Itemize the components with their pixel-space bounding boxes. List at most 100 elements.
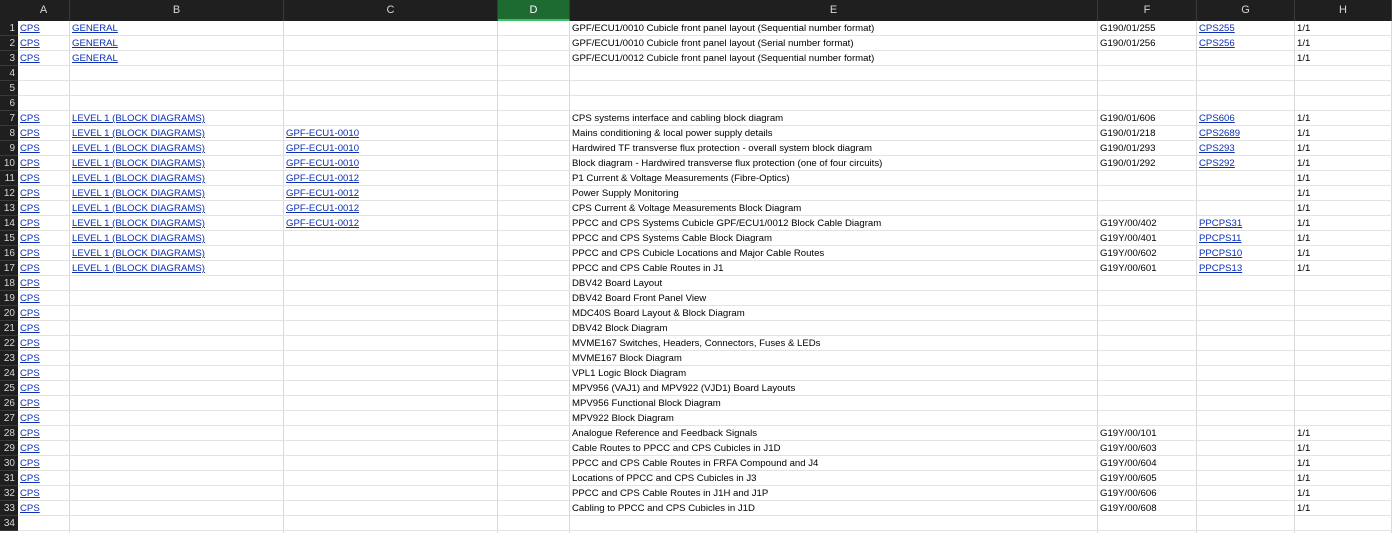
cell-b12[interactable]: LEVEL 1 (BLOCK DIAGRAMS) [70,186,284,201]
hyperlink[interactable]: CPS [20,413,40,424]
row-header[interactable]: 1 [0,21,18,36]
column-header-a[interactable]: A [18,0,70,21]
cell-b8[interactable]: LEVEL 1 (BLOCK DIAGRAMS) [70,126,284,141]
cell-a9[interactable]: CPS [18,141,70,156]
row-header[interactable]: 16 [0,246,18,261]
row-header[interactable]: 33 [0,501,18,516]
cell-h10[interactable]: 1/1 [1295,156,1392,171]
cell-a14[interactable]: CPS [18,216,70,231]
cell-h3[interactable]: 1/1 [1295,51,1392,66]
cell-h8[interactable]: 1/1 [1295,126,1392,141]
cell-e12[interactable]: Power Supply Monitoring [570,186,1098,201]
row-header[interactable]: 26 [0,396,18,411]
hyperlink[interactable]: LEVEL 1 (BLOCK DIAGRAMS) [72,188,205,199]
cell-f28[interactable]: G19Y/00/101 [1098,426,1197,441]
row-header[interactable]: 9 [0,141,18,156]
cell-f7[interactable]: G190/01/606 [1098,111,1197,126]
hyperlink[interactable]: CPS256 [1199,38,1235,49]
cell-a31[interactable]: CPS [18,471,70,486]
hyperlink[interactable]: PPCPS13 [1199,263,1242,274]
cell-e8[interactable]: Mains conditioning & local power supply … [570,126,1098,141]
row-header[interactable]: 30 [0,456,18,471]
spreadsheet-grid[interactable]: ABCDEFGH 1 CPS GENERAL GPF/ECU1/0010 Cubicl… [0,0,1392,533]
cell-a27[interactable]: CPS [18,411,70,426]
hyperlink[interactable]: CPS [20,248,40,259]
row-header[interactable]: 28 [0,426,18,441]
cell-h17[interactable]: 1/1 [1295,261,1392,276]
hyperlink[interactable]: CPS [20,443,40,454]
cell-g2[interactable]: CPS256 [1197,36,1295,51]
cell-c11[interactable]: GPF-ECU1-0012 [284,171,498,186]
hyperlink[interactable]: GPF-ECU1-0010 [286,158,359,169]
row-header[interactable]: 18 [0,276,18,291]
hyperlink[interactable]: LEVEL 1 (BLOCK DIAGRAMS) [72,263,205,274]
cell-g9[interactable]: CPS293 [1197,141,1295,156]
cell-g14[interactable]: PPCPS31 [1197,216,1295,231]
cell-h33[interactable]: 1/1 [1295,501,1392,516]
hyperlink[interactable]: CPS [20,233,40,244]
cell-a19[interactable]: CPS [18,291,70,306]
cell-h7[interactable]: 1/1 [1295,111,1392,126]
hyperlink[interactable]: CPS [20,473,40,484]
cell-h15[interactable]: 1/1 [1295,231,1392,246]
cell-b2[interactable]: GENERAL [70,36,284,51]
row-header[interactable]: 21 [0,321,18,336]
cell-a13[interactable]: CPS [18,201,70,216]
cell-a22[interactable]: CPS [18,336,70,351]
column-header-f[interactable]: F [1098,0,1197,21]
column-header-d[interactable]: D [498,0,570,21]
hyperlink[interactable]: LEVEL 1 (BLOCK DIAGRAMS) [72,218,205,229]
cell-h12[interactable]: 1/1 [1295,186,1392,201]
cell-b15[interactable]: LEVEL 1 (BLOCK DIAGRAMS) [70,231,284,246]
hyperlink[interactable]: CPS [20,383,40,394]
cell-h13[interactable]: 1/1 [1295,201,1392,216]
row-header[interactable]: 17 [0,261,18,276]
cell-e31[interactable]: Locations of PPCC and CPS Cubicles in J3 [570,471,1098,486]
row-header[interactable]: 11 [0,171,18,186]
hyperlink[interactable]: GPF-ECU1-0012 [286,188,359,199]
cell-f15[interactable]: G19Y/00/401 [1098,231,1197,246]
cell-b14[interactable]: LEVEL 1 (BLOCK DIAGRAMS) [70,216,284,231]
cell-f9[interactable]: G190/01/293 [1098,141,1197,156]
cell-a23[interactable]: CPS [18,351,70,366]
hyperlink[interactable]: LEVEL 1 (BLOCK DIAGRAMS) [72,113,205,124]
cell-c9[interactable]: GPF-ECU1-0010 [284,141,498,156]
row-header[interactable]: 12 [0,186,18,201]
cell-a3[interactable]: CPS [18,51,70,66]
cell-f32[interactable]: G19Y/00/606 [1098,486,1197,501]
cell-h2[interactable]: 1/1 [1295,36,1392,51]
hyperlink[interactable]: CPS [20,488,40,499]
cell-e14[interactable]: PPCC and CPS Systems Cubicle GPF/ECU1/00… [570,216,1098,231]
cell-e3[interactable]: GPF/ECU1/0012 Cubicle front panel layout… [570,51,1098,66]
cell-e29[interactable]: Cable Routes to PPCC and CPS Cubicles in… [570,441,1098,456]
hyperlink[interactable]: GPF-ECU1-0012 [286,218,359,229]
cell-f30[interactable]: G19Y/00/604 [1098,456,1197,471]
cell-h30[interactable]: 1/1 [1295,456,1392,471]
row-header[interactable]: 5 [0,81,18,96]
cell-b13[interactable]: LEVEL 1 (BLOCK DIAGRAMS) [70,201,284,216]
row-header[interactable]: 2 [0,36,18,51]
hyperlink[interactable]: GENERAL [72,23,118,34]
hyperlink[interactable]: CPS [20,428,40,439]
cell-b7[interactable]: LEVEL 1 (BLOCK DIAGRAMS) [70,111,284,126]
hyperlink[interactable]: LEVEL 1 (BLOCK DIAGRAMS) [72,248,205,259]
hyperlink[interactable]: CPS292 [1199,158,1235,169]
cell-e2[interactable]: GPF/ECU1/0010 Cubicle front panel layout… [570,36,1098,51]
hyperlink[interactable]: LEVEL 1 (BLOCK DIAGRAMS) [72,158,205,169]
cell-a25[interactable]: CPS [18,381,70,396]
cell-e30[interactable]: PPCC and CPS Cable Routes in FRFA Compou… [570,456,1098,471]
cell-a15[interactable]: CPS [18,231,70,246]
hyperlink[interactable]: LEVEL 1 (BLOCK DIAGRAMS) [72,173,205,184]
hyperlink[interactable]: GPF-ECU1-0012 [286,203,359,214]
hyperlink[interactable]: CPS [20,203,40,214]
cell-a11[interactable]: CPS [18,171,70,186]
hyperlink[interactable]: CPS [20,23,40,34]
cell-a33[interactable]: CPS [18,501,70,516]
row-header[interactable]: 3 [0,51,18,66]
cell-f17[interactable]: G19Y/00/601 [1098,261,1197,276]
cell-e25[interactable]: MPV956 (VAJ1) and MPV922 (VJD1) Board La… [570,381,1098,396]
row-header[interactable]: 25 [0,381,18,396]
cell-a16[interactable]: CPS [18,246,70,261]
cell-a8[interactable]: CPS [18,126,70,141]
hyperlink[interactable]: CPS [20,53,40,64]
